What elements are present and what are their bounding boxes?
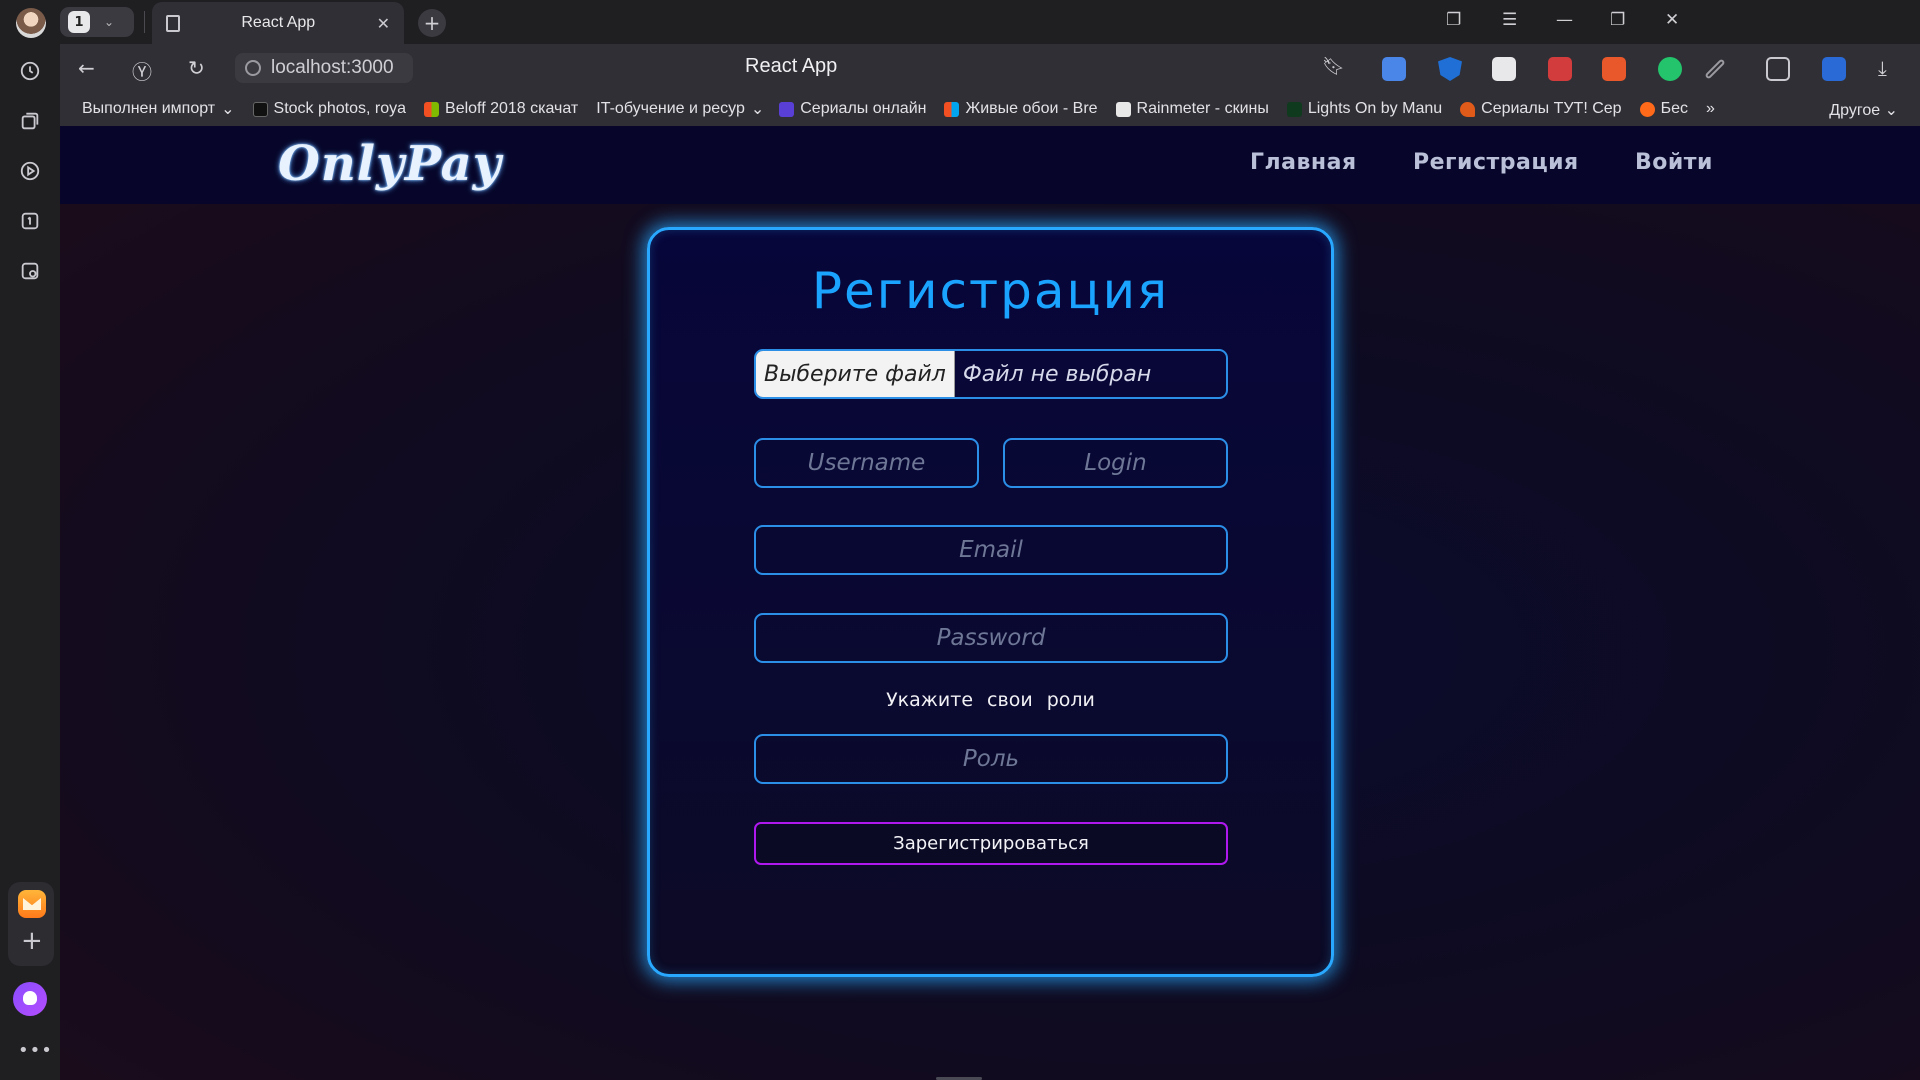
roles-label: Укажите свои роли: [886, 689, 1095, 711]
restore-icon[interactable]: ❐: [1610, 10, 1625, 30]
screenshot-icon[interactable]: [15, 256, 45, 286]
tab-strip: 1 ⌄ React App ✕ + ❐ ☰ — ❐ ✕: [60, 0, 1920, 44]
divider: [144, 11, 145, 33]
register-button[interactable]: Зарегистрироваться: [754, 822, 1228, 865]
bookmark-label: Живые обои - Bre: [965, 100, 1098, 117]
pen-extension-icon[interactable]: [1704, 58, 1726, 80]
windows-favicon-icon: [424, 101, 440, 117]
bookmark-label: Бес: [1660, 100, 1688, 117]
bookmark-label: IT-обучение и ресур: [596, 100, 745, 117]
bookmarks-panel-icon[interactable]: ❐: [1446, 10, 1461, 30]
page-title: React App: [745, 55, 838, 77]
chevron-down-icon: ⌄: [221, 101, 235, 118]
history-icon[interactable]: [15, 56, 45, 86]
tab-count: 1: [68, 11, 90, 33]
glasses-extension-icon[interactable]: [1492, 57, 1516, 81]
site-navbar: OnlyPay Главная Регистрация Войти: [60, 126, 1920, 204]
collections-icon[interactable]: [15, 106, 45, 136]
back-icon[interactable]: ←: [78, 56, 95, 80]
save-extension-icon[interactable]: [1822, 57, 1846, 81]
browser-sidebar: + •••: [0, 0, 60, 1080]
fire-favicon-icon: [1460, 101, 1476, 117]
tab-title: React App: [241, 14, 316, 31]
reload-icon[interactable]: ↻: [188, 56, 205, 80]
menu-icon[interactable]: ☰: [1502, 10, 1517, 30]
add-app-icon[interactable]: +: [21, 928, 43, 954]
role-input[interactable]: [754, 734, 1228, 784]
mail-icon[interactable]: [18, 890, 46, 918]
bookmark-folder[interactable]: IT-обучение и ресур ⌄: [596, 99, 761, 119]
target-extension-icon[interactable]: [1658, 57, 1682, 81]
bookmark-label: Сериалы онлайн: [800, 100, 927, 117]
more-icon[interactable]: •••: [18, 1040, 53, 1061]
tab-react-app[interactable]: React App ✕: [152, 2, 404, 44]
site-logo[interactable]: OnlyPay: [278, 136, 502, 192]
bookmark-label: Другое: [1829, 102, 1881, 119]
page-viewport: OnlyPay Главная Регистрация Войти Регист…: [60, 126, 1920, 1080]
choose-file-button[interactable]: Выберите файл: [756, 351, 955, 397]
stock-favicon-icon: [252, 101, 268, 117]
email-input[interactable]: [754, 525, 1228, 575]
bookmark-item[interactable]: Rainmeter - скины: [1115, 100, 1269, 118]
registration-card: Регистрация Выберите файл Файл не выбран…: [647, 227, 1334, 977]
url-text: localhost:3000: [271, 57, 394, 78]
login-input[interactable]: [1003, 438, 1228, 488]
more-bookmarks-icon[interactable]: »: [1706, 100, 1715, 118]
bookmark-item[interactable]: Сериалы онлайн: [779, 100, 926, 118]
hd-favicon-icon: [779, 101, 795, 117]
tab-counter-icon[interactable]: [15, 206, 45, 236]
bookmark-label: Beloff 2018 скачат: [445, 100, 579, 117]
username-input[interactable]: [754, 438, 979, 488]
translate-extension-icon[interactable]: [1382, 57, 1406, 81]
bookmark-item[interactable]: Живые обои - Bre: [944, 100, 1098, 118]
bookmarks-bar: Выполнен импорт ⌄ Stock photos, roya Belo…: [60, 92, 1920, 126]
minimize-icon[interactable]: —: [1556, 10, 1573, 30]
play-icon[interactable]: [15, 156, 45, 186]
bookmark-item[interactable]: Бес: [1639, 100, 1688, 118]
bookmark-item[interactable]: Lights On by Manu: [1286, 100, 1443, 118]
profile-avatar[interactable]: [16, 8, 46, 38]
bookmark-item[interactable]: Beloff 2018 скачат: [424, 100, 578, 118]
site-info-icon[interactable]: [245, 60, 261, 76]
tab-count-button[interactable]: 1 ⌄: [60, 7, 134, 37]
chevron-down-icon: ⌄: [1884, 102, 1898, 119]
document-icon: [166, 14, 180, 32]
new-tab-button[interactable]: +: [418, 9, 446, 37]
bookmark-label: Rainmeter - скины: [1136, 100, 1269, 117]
rainmeter-favicon-icon: [1115, 101, 1131, 117]
sidebar-apps: +: [8, 882, 54, 966]
lights-favicon-icon: [1286, 101, 1302, 117]
chevron-down-icon: ⌄: [104, 15, 115, 29]
file-status: Файл не выбран: [962, 361, 1152, 387]
url-field[interactable]: localhost:3000: [235, 53, 413, 83]
gear-extension-icon[interactable]: [1548, 57, 1572, 81]
bookmark-folder-imported[interactable]: Выполнен импорт ⌄: [82, 99, 235, 119]
password-input[interactable]: [754, 613, 1228, 663]
close-tab-icon[interactable]: ✕: [377, 14, 390, 33]
nav-home-link[interactable]: Главная: [1250, 150, 1357, 175]
bookmark-item[interactable]: Stock photos, roya: [252, 100, 407, 118]
windows-favicon-icon: [944, 101, 960, 117]
download-icon[interactable]: ⤓: [1878, 56, 1887, 80]
text-extension-icon[interactable]: [1602, 57, 1626, 81]
nav-login-link[interactable]: Войти: [1635, 150, 1713, 175]
bookmark-label: Lights On by Manu: [1307, 100, 1443, 117]
bookmarks-other-folder[interactable]: Другое ⌄: [1829, 100, 1898, 120]
bookmark-label: Сериалы ТУТ! Сер: [1481, 100, 1622, 117]
orange-favicon-icon: [1639, 101, 1655, 117]
assistant-icon[interactable]: [13, 982, 47, 1016]
shield-extension-icon[interactable]: [1438, 57, 1462, 81]
bookmark-label: Stock photos, roya: [273, 100, 407, 117]
bookmark-icon[interactable]: 🔖︎: [1322, 56, 1345, 77]
chevron-down-icon: ⌄: [750, 101, 762, 118]
form-title: Регистрация: [811, 262, 1170, 320]
bookmark-item[interactable]: Сериалы ТУТ! Сер: [1460, 100, 1622, 118]
nav-register-link[interactable]: Регистрация: [1413, 150, 1579, 175]
yandex-icon[interactable]: Ⓨ: [132, 56, 152, 85]
avatar-file-input[interactable]: Выберите файл Файл не выбран: [754, 349, 1228, 399]
address-bar: ← Ⓨ ↻ localhost:3000 React App 🔖︎ ⤓: [60, 44, 1920, 92]
bookmark-label: Выполнен импорт: [82, 100, 216, 117]
close-window-icon[interactable]: ✕: [1665, 10, 1679, 30]
puzzle-extension-icon[interactable]: [1766, 57, 1790, 81]
